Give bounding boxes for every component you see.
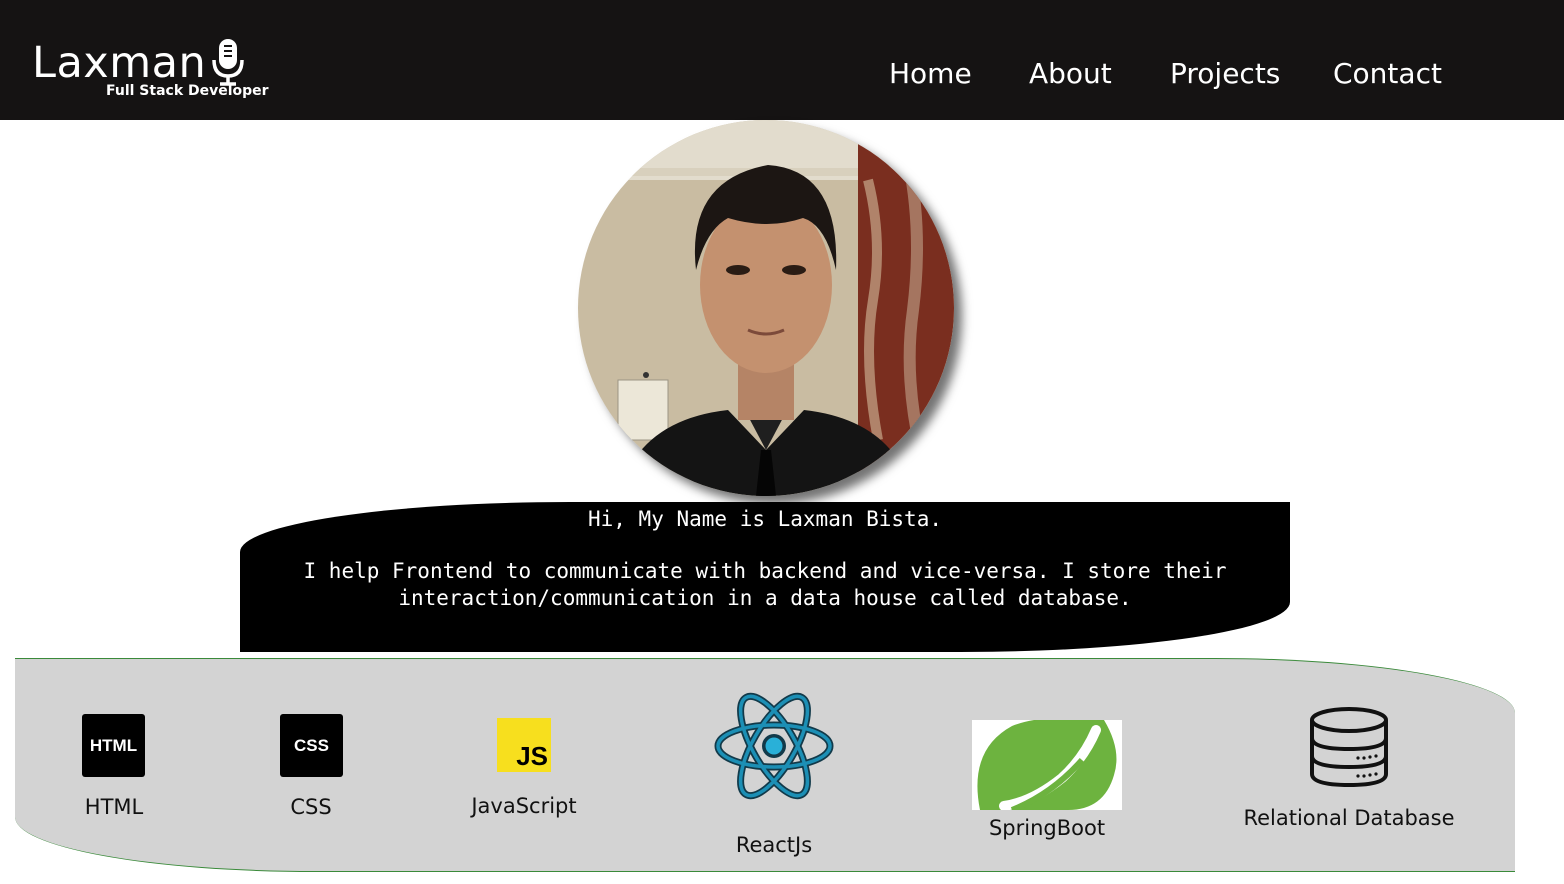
- skill-label-javascript: JavaScript: [471, 794, 577, 818]
- skill-label-react: ReactJs: [735, 833, 813, 857]
- brand-tagline: Full Stack Developer: [106, 83, 269, 99]
- brand-name[interactable]: Laxman: [32, 38, 206, 88]
- css-icon: CSS: [280, 714, 343, 777]
- database-icon: [1310, 707, 1388, 788]
- intro-greeting: Hi, My Name is Laxman Bista.: [587, 507, 942, 531]
- html-icon: HTML: [82, 714, 145, 777]
- react-icon: [714, 692, 834, 800]
- javascript-icon-text: JS: [516, 741, 548, 771]
- navbar: Laxman Full Stack Developer Home About P…: [0, 0, 1564, 120]
- skill-label-springboot: SpringBoot: [988, 816, 1106, 840]
- intro-bubble: Hi, My Name is Laxman Bista. I help Fron…: [240, 502, 1290, 652]
- skill-label-relational-database: Relational Database: [1243, 806, 1455, 830]
- skill-label-html: HTML: [84, 795, 144, 819]
- spring-leaf-icon: [972, 720, 1122, 810]
- javascript-icon: JS: [497, 718, 551, 772]
- nav-contact[interactable]: Contact: [1333, 56, 1442, 92]
- intro-description: I help Frontend to communicate with back…: [303, 559, 1227, 610]
- profile-photo: [578, 120, 954, 496]
- nav-home[interactable]: Home: [889, 56, 972, 92]
- microphone-icon: [212, 39, 244, 86]
- skill-label-css: CSS: [290, 795, 332, 819]
- nav-projects[interactable]: Projects: [1170, 56, 1280, 92]
- css-icon-text: CSS: [294, 735, 329, 755]
- nav-about[interactable]: About: [1029, 56, 1112, 92]
- html-icon-text: HTML: [89, 735, 138, 755]
